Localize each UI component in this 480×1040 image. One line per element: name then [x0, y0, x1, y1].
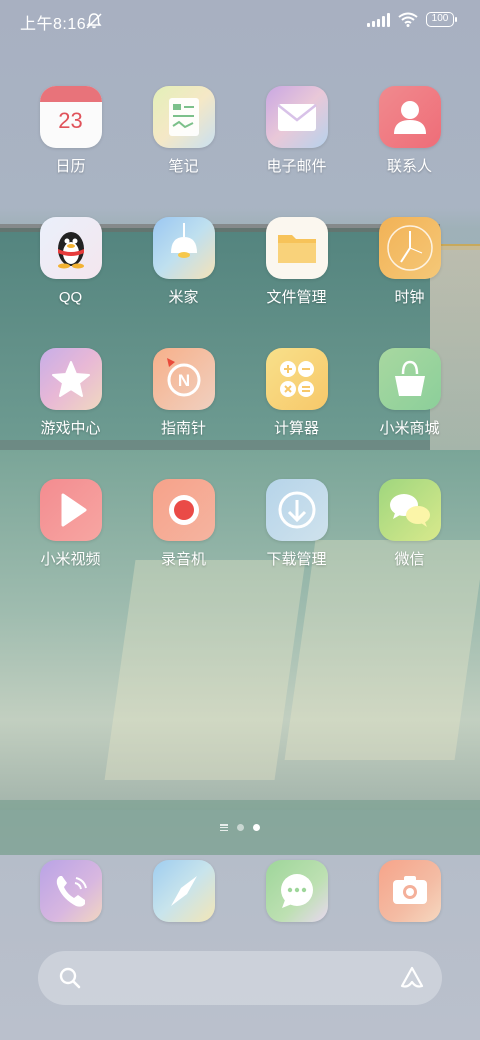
contacts-icon — [378, 86, 441, 148]
messages-icon — [265, 860, 328, 922]
dock-messages[interactable] — [240, 860, 353, 922]
file-manager-icon — [265, 217, 328, 279]
app-label: 游戏中心 — [40, 420, 101, 437]
app-mijia[interactable]: 米家 — [127, 217, 240, 307]
game-center-icon — [39, 348, 102, 410]
app-mi-video[interactable]: 小米视频 — [14, 479, 127, 569]
app-label: 日历 — [55, 158, 86, 175]
app-label: 联系人 — [386, 158, 432, 175]
app-contacts[interactable]: 联系人 — [353, 86, 466, 176]
notes-icon — [152, 86, 215, 148]
status-time: 上午8:16 — [20, 16, 87, 33]
app-email[interactable]: 电子邮件 — [240, 86, 353, 176]
dock-phone[interactable] — [14, 860, 127, 922]
compass-icon: N — [152, 348, 215, 410]
battery-icon: 100 — [426, 12, 457, 27]
page-indicator-menu-icon[interactable] — [220, 824, 228, 831]
search-icon[interactable] — [58, 966, 82, 990]
app-calculator[interactable]: 计算器 — [240, 348, 353, 438]
calculator-icon — [265, 348, 328, 410]
status-bar: 上午8:16 100 — [0, 0, 480, 40]
app-label: 微信 — [394, 551, 425, 568]
mijia-icon — [152, 217, 215, 279]
app-game-center[interactable]: 游戏中心 — [14, 348, 127, 438]
app-clock[interactable]: 时钟 — [353, 217, 466, 307]
wallpaper-sunlight-patch — [284, 540, 480, 760]
browser-icon — [152, 860, 215, 922]
svg-text:N: N — [177, 371, 189, 390]
dock — [14, 860, 466, 922]
app-calendar[interactable]: 23 日历 — [14, 86, 127, 176]
app-qq[interactable]: QQ — [14, 217, 127, 307]
signal-icon — [367, 12, 390, 27]
page-dot-active[interactable] — [253, 824, 260, 831]
app-file-manager[interactable]: 文件管理 — [240, 217, 353, 307]
app-notes[interactable]: 笔记 — [127, 86, 240, 176]
app-recorder[interactable]: 录音机 — [127, 479, 240, 569]
app-label: 计算器 — [273, 420, 319, 437]
email-icon — [265, 86, 328, 148]
app-wechat[interactable]: 微信 — [353, 479, 466, 569]
app-label: 指南针 — [160, 420, 206, 437]
wifi-icon — [398, 12, 418, 27]
app-label: 文件管理 — [266, 289, 327, 306]
app-label: QQ — [58, 289, 83, 306]
app-compass[interactable]: N 指南针 — [127, 348, 240, 438]
do-not-disturb-icon — [86, 13, 102, 29]
page-indicator[interactable] — [0, 824, 480, 831]
status-right-group: 100 — [367, 12, 457, 27]
app-mi-store[interactable]: 小米商城 — [353, 348, 466, 438]
assistant-icon[interactable] — [398, 964, 426, 992]
app-download-manager[interactable]: 下载管理 — [240, 479, 353, 569]
dock-camera[interactable] — [353, 860, 466, 922]
search-bar[interactable] — [38, 951, 442, 1005]
qq-icon — [39, 217, 102, 279]
app-label: 时钟 — [394, 289, 425, 306]
app-label: 米家 — [168, 289, 199, 306]
calendar-icon: 23 — [39, 86, 102, 148]
wechat-icon — [378, 479, 441, 541]
page-dot[interactable] — [237, 824, 244, 831]
app-label: 小米商城 — [379, 420, 440, 437]
download-manager-icon — [265, 479, 328, 541]
app-label: 电子邮件 — [266, 158, 327, 175]
app-grid: 23 日历 笔记 电子邮件 联系人 QQ 米家 文件管理 时钟 游戏中心 N 指… — [14, 86, 466, 569]
mi-store-icon — [378, 348, 441, 410]
app-label: 录音机 — [160, 551, 206, 568]
mi-video-icon — [39, 479, 102, 541]
phone-icon — [39, 860, 102, 922]
camera-icon — [378, 860, 441, 922]
wallpaper-sunlight-patch — [104, 560, 306, 780]
calendar-date-number: 23 — [58, 108, 83, 133]
app-label: 下载管理 — [266, 551, 327, 568]
dock-browser[interactable] — [127, 860, 240, 922]
app-label: 笔记 — [168, 158, 199, 175]
app-label: 小米视频 — [40, 551, 101, 568]
recorder-icon — [152, 479, 215, 541]
clock-icon — [378, 217, 441, 279]
